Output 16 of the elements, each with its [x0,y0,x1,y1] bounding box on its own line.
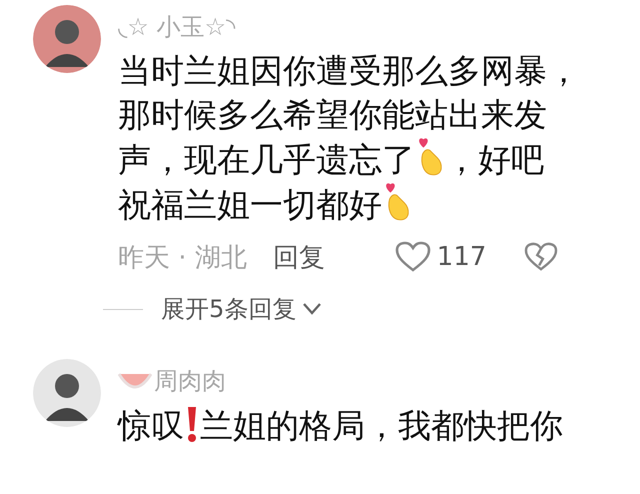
avatar-photo-placeholder[interactable] [33,5,101,73]
comment-text: 惊叹 [118,406,184,445]
comment-text: ，好吧 [445,140,544,179]
broken-heart-icon[interactable] [524,242,558,272]
comment-text: 声，现在几乎遗忘了 [118,140,415,179]
comment-text: 祝福兰姐一切都好 [118,185,382,224]
comment-text: 那时候多么希望你能站出来发 [118,95,547,134]
comment-text: 兰姐的格局，我都快把你 [200,406,563,445]
like-count: 117 [436,242,486,272]
like-heart-icon[interactable] [394,241,431,273]
avatar-photo-placeholder[interactable] [33,359,101,427]
expand-replies-button[interactable]: 展开5条回复 [161,293,322,325]
reply-link[interactable]: 回复 [272,240,325,274]
chevron-down-icon [302,302,322,316]
timestamp-location: 昨天 · 湖北 [118,242,247,274]
comment-text: 当时兰姐因你遭受那么多网暴， [118,51,580,90]
